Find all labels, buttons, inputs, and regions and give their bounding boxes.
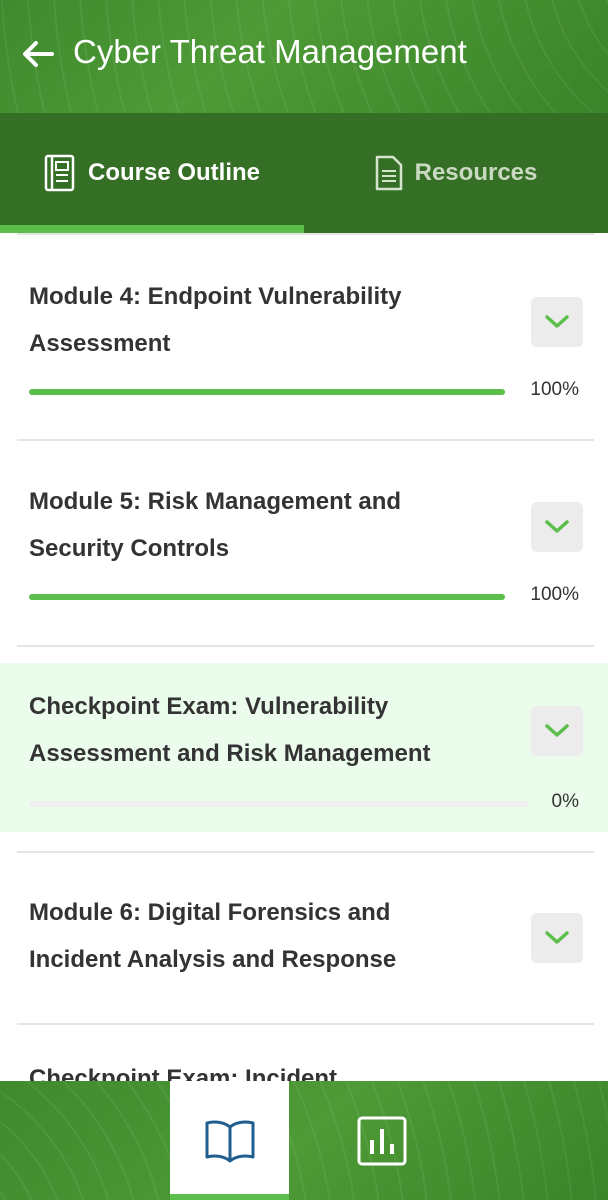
- tab-course-outline-label: Course Outline: [87, 159, 261, 186]
- tab-bar: Course Outline Resources: [0, 113, 608, 233]
- bottom-nav: [0, 1081, 608, 1200]
- list-item-module-4[interactable]: Module 4: Endpoint Vulnerability Assessm…: [0, 235, 608, 440]
- module-title-line-1: Module 4: Endpoint Vulnerability: [29, 283, 402, 310]
- nav-progress-button[interactable]: [322, 1081, 441, 1200]
- expand-button[interactable]: [531, 706, 583, 756]
- progress-fill: [29, 389, 505, 395]
- expand-button[interactable]: [531, 913, 583, 963]
- progress-percent: 0%: [551, 791, 579, 812]
- active-nav-indicator: [170, 1194, 289, 1200]
- divider: [17, 645, 594, 647]
- module-title-line-1: Module 6: Digital Forensics and: [29, 899, 391, 926]
- chevron-down-icon: [545, 520, 569, 533]
- progress-bar: [29, 801, 528, 807]
- back-button[interactable]: [18, 34, 58, 74]
- exam-title-line-1: Checkpoint Exam: Vulnerability: [29, 693, 389, 720]
- module-title: Module 6: Digital Forensics and Incident…: [29, 889, 499, 983]
- list-item-checkpoint-exam-incident[interactable]: Checkpoint Exam: Incident: [0, 1025, 608, 1081]
- list-item-module-5[interactable]: Module 5: Risk Management and Security C…: [0, 441, 608, 646]
- chevron-down-icon: [545, 931, 569, 944]
- module-title-line-2: Assessment: [29, 330, 171, 357]
- module-title-line-1: Module 5: Risk Management and: [29, 488, 402, 515]
- progress-fill: [29, 594, 505, 600]
- chevron-down-icon: [545, 315, 569, 328]
- arrow-left-icon: [23, 41, 54, 67]
- tab-resources[interactable]: Resources: [304, 113, 608, 233]
- book-outline-icon: [44, 154, 75, 192]
- active-tab-indicator: [0, 225, 304, 233]
- nav-course-button[interactable]: [170, 1081, 289, 1200]
- progress-bar: [29, 594, 505, 600]
- progress-percent: 100%: [530, 584, 579, 605]
- open-book-icon: [205, 1120, 254, 1162]
- list-item-checkpoint-exam[interactable]: Checkpoint Exam: Vulnerability Assessmen…: [0, 663, 608, 832]
- app-header: Cyber Threat Management: [0, 0, 608, 113]
- module-title-line-2: Incident Analysis and Response: [29, 946, 397, 973]
- module-title-line-2: Security Controls: [29, 535, 230, 562]
- progress-bar: [29, 389, 505, 395]
- bar-chart-icon: [357, 1116, 406, 1165]
- expand-button[interactable]: [531, 297, 583, 347]
- progress-percent: 100%: [530, 379, 579, 400]
- bottom-nav-texture: [0, 1081, 608, 1200]
- chevron-down-icon: [545, 724, 569, 737]
- tab-resources-label: Resources: [414, 159, 538, 186]
- list-item-module-6[interactable]: Module 6: Digital Forensics and Incident…: [0, 853, 608, 1023]
- exam-title-line-2: Assessment and Risk Management: [29, 740, 431, 767]
- tab-course-outline[interactable]: Course Outline: [0, 113, 304, 233]
- exam-title: Checkpoint Exam: Vulnerability Assessmen…: [29, 683, 499, 777]
- exam-title: Checkpoint Exam: Incident: [29, 1065, 338, 1081]
- module-title: Module 5: Risk Management and Security C…: [29, 478, 499, 572]
- module-title: Module 4: Endpoint Vulnerability Assessm…: [29, 273, 499, 367]
- page-title: Cyber Threat Management: [73, 33, 467, 70]
- course-outline-list: Module 4: Endpoint Vulnerability Assessm…: [0, 233, 608, 1081]
- expand-button[interactable]: [531, 502, 583, 552]
- document-icon: [375, 155, 402, 191]
